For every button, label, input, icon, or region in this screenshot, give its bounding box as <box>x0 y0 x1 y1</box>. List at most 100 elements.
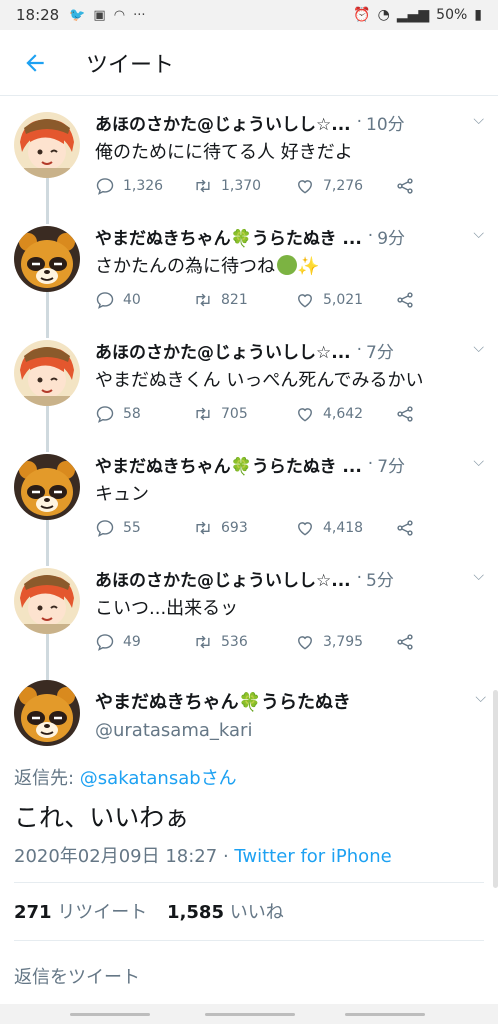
thread-tweet[interactable]: やまだぬきちゃん🍀うらたぬき ... · 7分 ⌵ キュン 55 693 4,4… <box>0 442 498 556</box>
tweet-source-link[interactable]: Twitter for iPhone <box>234 846 391 867</box>
tweet-text: キュン <box>95 484 149 505</box>
avatar[interactable] <box>14 568 80 634</box>
retweet-count: 536 <box>221 634 248 650</box>
tweet-text: これ、いいわぁ <box>14 803 190 832</box>
tweet-text: 俺のためにに待てる人 好きだよ <box>95 142 353 163</box>
reply-count: 49 <box>123 634 141 650</box>
tweet-actions: 1,326 1,370 7,276 <box>95 174 425 198</box>
reply-to-link[interactable]: @sakatansab <box>80 768 201 789</box>
retweet-total-label[interactable]: リツイート <box>57 902 147 923</box>
retweet-button[interactable]: 821 <box>193 288 248 312</box>
reply-button[interactable]: 49 <box>95 630 141 654</box>
tweet-time[interactable]: 7分 <box>377 452 405 477</box>
chevron-down-icon[interactable]: ⌵ <box>473 340 484 356</box>
retweet-button[interactable]: 1,370 <box>193 174 261 198</box>
like-total-label[interactable]: いいね <box>230 902 284 923</box>
tweet-time[interactable]: 10分 <box>366 110 405 135</box>
retweet-count: 1,370 <box>221 178 262 194</box>
retweet-count: 821 <box>221 292 248 308</box>
reply-to-prefix: 返信先: <box>14 768 80 789</box>
alarm-icon: ⏰ <box>353 7 371 23</box>
like-count: 5,021 <box>323 292 364 308</box>
separator-dot: · <box>356 568 363 588</box>
author-name[interactable]: やまだぬきちゃん🍀うらたぬき ... <box>95 452 362 477</box>
tweet-text: こいつ...出来るッ <box>95 598 239 619</box>
reply-count: 40 <box>123 292 141 308</box>
like-button[interactable]: 3,795 <box>295 630 363 654</box>
heart-icon <box>295 176 315 196</box>
reply-button[interactable]: 40 <box>95 288 141 312</box>
reply-button[interactable]: 1,326 <box>95 174 163 198</box>
reply-count: 1,326 <box>123 178 164 194</box>
avatar[interactable] <box>14 340 80 406</box>
chevron-down-icon[interactable]: ⌵ <box>473 112 484 128</box>
nav-handle[interactable] <box>205 1013 295 1016</box>
avatar[interactable] <box>14 454 80 520</box>
reply-count: 58 <box>123 406 141 422</box>
author-handle[interactable]: @uratasama_kari <box>95 720 252 741</box>
author-name[interactable]: やまだぬきちゃん🍀うらたぬき <box>95 688 351 714</box>
tweet-time[interactable]: 5分 <box>366 566 394 591</box>
retweet-total[interactable]: 271 <box>14 902 52 923</box>
reply-icon <box>95 518 115 538</box>
author-name[interactable]: あほのさかた@じょういしし☆... <box>95 566 351 591</box>
battery-icon: ▮ <box>474 7 482 23</box>
chevron-down-icon[interactable]: ⌵ <box>473 454 484 470</box>
separator-dot: · <box>356 340 363 360</box>
reply-to-line: 返信先: @sakatansabさん <box>14 764 237 790</box>
reply-button[interactable]: 58 <box>95 402 141 426</box>
like-button[interactable]: 5,021 <box>295 288 363 312</box>
like-count: 7,276 <box>323 178 364 194</box>
avatar[interactable] <box>14 112 80 178</box>
reply-to-suffix[interactable]: さん <box>201 768 237 789</box>
separator-dot: · <box>356 112 363 132</box>
like-total[interactable]: 1,585 <box>167 902 224 923</box>
like-button[interactable]: 4,418 <box>295 516 363 540</box>
nav-handle[interactable] <box>345 1013 425 1016</box>
chevron-down-icon[interactable]: ⌵ <box>473 568 484 584</box>
tweet-text-wrap: さかたんの為に待つね ✨ <box>95 252 488 278</box>
tweet-actions: 49 536 3,795 <box>95 630 425 654</box>
thread-tweet[interactable]: やまだぬきちゃん🍀うらたぬき ... · 9分 ⌵ さかたんの為に待つね ✨ 40… <box>0 214 498 328</box>
thread-tweet[interactable]: あほのさかた@じょういしし☆... · 5分 ⌵ こいつ...出来るッ 49 5… <box>0 556 498 670</box>
tweet-meta: 2020年02月09日 18:27 · Twitter for iPhone <box>14 842 392 868</box>
share-button[interactable] <box>395 288 415 312</box>
retweet-button[interactable]: 693 <box>193 516 248 540</box>
page-title: ツイート <box>86 52 175 78</box>
avatar[interactable] <box>14 226 80 292</box>
heart-icon <box>295 518 315 538</box>
like-button[interactable]: 7,276 <box>295 174 363 198</box>
reply-button[interactable]: 55 <box>95 516 141 540</box>
share-button[interactable] <box>395 630 415 654</box>
retweet-button[interactable]: 705 <box>193 402 248 426</box>
reply-count: 55 <box>123 520 141 536</box>
tweet-datetime: 2020年02月09日 18:27 <box>14 846 218 867</box>
like-button[interactable]: 4,642 <box>295 402 363 426</box>
reply-tweet-input[interactable]: 返信をツイート <box>14 963 140 989</box>
nav-handle[interactable] <box>70 1013 150 1016</box>
share-button[interactable] <box>395 402 415 426</box>
author-name[interactable]: あほのさかた@じょういしし☆... <box>95 110 351 135</box>
author-name[interactable]: あほのさかた@じょういしし☆... <box>95 338 351 363</box>
chevron-down-icon[interactable]: ⌵ <box>473 226 484 242</box>
like-count: 3,795 <box>323 634 364 650</box>
share-button[interactable] <box>395 516 415 540</box>
author-name[interactable]: やまだぬきちゃん🍀うらたぬき ... <box>95 224 362 249</box>
chevron-down-icon[interactable]: ⌵ <box>475 690 486 706</box>
retweet-button[interactable]: 536 <box>193 630 248 654</box>
retweet-count: 693 <box>221 520 248 536</box>
back-arrow-icon[interactable] <box>0 30 70 96</box>
avatar[interactable] <box>14 680 80 746</box>
share-button[interactable] <box>395 174 415 198</box>
tweet-actions: 40 821 5,021 <box>95 288 425 312</box>
tweet-time[interactable]: 9分 <box>377 224 405 249</box>
share-icon <box>395 632 415 652</box>
heart-icon <box>295 632 315 652</box>
thread-tweet[interactable]: あほのさかた@じょういしし☆... · 10分 ⌵ 俺のためにに待てる人 好きだ… <box>0 100 498 214</box>
thread-tweet[interactable]: あほのさかた@じょういしし☆... · 7分 ⌵ やまだぬきくん いっぺん死んで… <box>0 328 498 442</box>
scrollbar[interactable] <box>493 690 498 888</box>
signal-icon: ▂▄▆ <box>396 7 430 23</box>
sick-face-emoji-icon <box>277 255 297 275</box>
tweet-time[interactable]: 7分 <box>366 338 394 363</box>
twitter-icon: 🐦 <box>69 7 86 23</box>
